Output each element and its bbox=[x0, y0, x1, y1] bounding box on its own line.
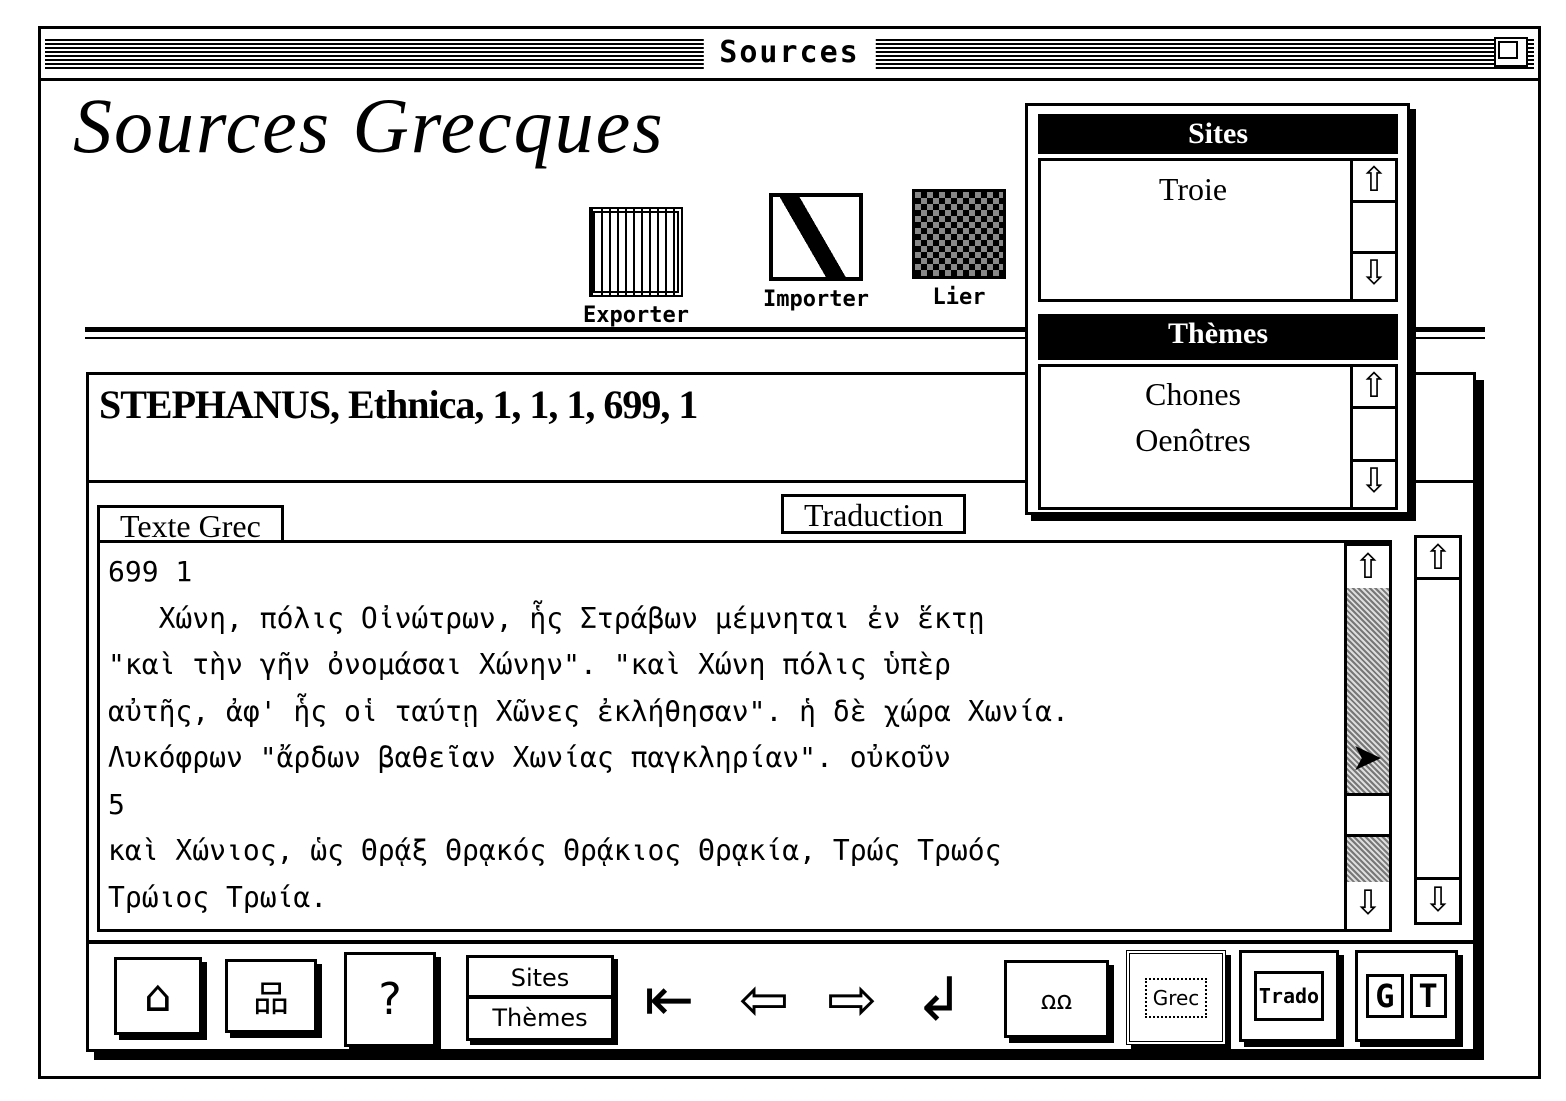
notes-button[interactable]: ꭥꭥ bbox=[1004, 960, 1109, 1038]
first-card-icon[interactable]: ⇤ bbox=[644, 965, 694, 1035]
hierarchy-icon: 品 bbox=[252, 979, 289, 1020]
scroll-track[interactable] bbox=[1353, 203, 1395, 251]
tab-texte-grec[interactable]: Texte Grec bbox=[97, 505, 284, 544]
themes-scrollbar[interactable]: ⇧ ⇩ bbox=[1350, 364, 1398, 510]
grec-label: Grec bbox=[1144, 977, 1208, 1018]
sites-themes-buttons: Sites Thèmes bbox=[466, 955, 614, 1041]
text-line: καὶ Χώνιος, ὡς Θρᾴξ Θρᾳκός Θρᾴκιος Θρᾳκί… bbox=[108, 834, 1002, 867]
cursor-arrow-icon: ➤ bbox=[1351, 735, 1383, 779]
trado-label: Trado bbox=[1253, 971, 1325, 1021]
hierarchy-button[interactable]: 品 bbox=[225, 959, 317, 1033]
text-line: Τρώιος Τρωία. bbox=[108, 880, 328, 914]
sites-themes-palette: Sites Troie ⇧ ⇩ Thèmes Chones Oenôtres ⇧… bbox=[1025, 103, 1410, 515]
scroll-track[interactable] bbox=[1347, 837, 1389, 882]
return-arrow-icon[interactable]: ↲ bbox=[914, 965, 964, 1035]
scroll-track[interactable] bbox=[1417, 580, 1459, 877]
next-arrow-icon[interactable]: ⇨ bbox=[827, 965, 877, 1035]
previous-arrow-icon[interactable]: ⇦ bbox=[739, 965, 789, 1035]
theme-item[interactable]: Chones bbox=[1041, 371, 1395, 417]
text-line: 699 1 bbox=[108, 555, 193, 588]
sites-list[interactable]: Troie ⇧ ⇩ bbox=[1038, 158, 1398, 302]
zoom-box-icon[interactable] bbox=[1494, 37, 1528, 67]
title-bar[interactable]: Sources bbox=[41, 29, 1538, 81]
scroll-thumb[interactable] bbox=[1347, 793, 1389, 837]
link-label: Lier bbox=[932, 285, 986, 310]
themes-list[interactable]: Chones Oenôtres ⇧ ⇩ bbox=[1038, 364, 1398, 510]
divider bbox=[89, 940, 1473, 944]
scroll-up-icon[interactable]: ⇧ bbox=[1353, 367, 1395, 409]
site-item[interactable]: Troie bbox=[1041, 161, 1395, 217]
g-label: G bbox=[1366, 974, 1404, 1018]
scroll-down-icon[interactable]: ⇩ bbox=[1347, 882, 1389, 924]
t-label: T bbox=[1409, 974, 1447, 1018]
export-label: Exporter bbox=[583, 303, 689, 328]
themes-header: Thèmes bbox=[1038, 314, 1398, 360]
home-icon: ⌂ bbox=[144, 970, 172, 1022]
notes-icon: ꭥꭥ bbox=[1040, 986, 1073, 1016]
text-line: Λυκόφρων "ἄρδων βαθεῖαν Χωνίας παγκληρία… bbox=[108, 741, 951, 774]
text-line: αὐτῆς, ἀφ' ἧς οἱ ταύτῃ Χῶνες ἐκλήθησαν".… bbox=[108, 694, 1069, 728]
tab-traduction[interactable]: Traduction bbox=[781, 494, 967, 534]
sites-header: Sites bbox=[1038, 114, 1398, 154]
text-line: 5 bbox=[108, 787, 125, 821]
export-icon bbox=[589, 207, 683, 297]
import-label: Importer bbox=[763, 287, 869, 312]
trado-window-button[interactable]: Trado bbox=[1239, 950, 1339, 1042]
sites-scrollbar[interactable]: ⇧ ⇩ bbox=[1350, 158, 1398, 302]
help-icon: ? bbox=[378, 974, 402, 1025]
scroll-down-icon[interactable]: ⇩ bbox=[1353, 251, 1395, 293]
scroll-up-icon[interactable]: ⇧ bbox=[1347, 546, 1389, 588]
source-reference: STEPHANUS, Ethnica, 1, 1, 1, 699, 1 bbox=[99, 382, 698, 427]
scroll-up-icon[interactable]: ⇧ bbox=[1417, 538, 1459, 580]
help-button[interactable]: ? bbox=[344, 952, 436, 1047]
import-button[interactable]: Importer bbox=[746, 191, 886, 312]
scroll-down-icon[interactable]: ⇩ bbox=[1417, 877, 1459, 919]
greek-text-field[interactable]: 699 1 Χώνη, πόλις Οἰνώτρων, ἧς Στράβων μ… bbox=[97, 540, 1392, 932]
text-line: "καὶ τὴν γῆν ὀνομάσαι Χώνην". "καὶ Χώνη … bbox=[108, 648, 951, 681]
window-title: Sources bbox=[703, 35, 876, 70]
link-button[interactable]: Lier bbox=[909, 189, 1009, 310]
app-title: Sources Grecques bbox=[73, 82, 665, 169]
translation-scrollbar[interactable]: ⇧ ⇩ bbox=[1414, 535, 1462, 925]
scroll-track[interactable] bbox=[1353, 409, 1395, 459]
link-icon bbox=[912, 189, 1006, 279]
export-button[interactable]: Exporter bbox=[571, 207, 701, 328]
text-line: Χώνη, πόλις Οἰνώτρων, ἧς Στράβων μέμνητα… bbox=[108, 601, 985, 635]
themes-button[interactable]: Thèmes bbox=[469, 999, 611, 1037]
home-button[interactable]: ⌂ bbox=[114, 957, 202, 1035]
scroll-up-icon[interactable]: ⇧ bbox=[1353, 161, 1395, 203]
import-icon bbox=[769, 193, 863, 281]
grec-window-button[interactable]: Grec bbox=[1126, 950, 1226, 1045]
sites-button[interactable]: Sites bbox=[469, 958, 611, 999]
theme-item[interactable]: Oenôtres bbox=[1041, 417, 1395, 463]
scroll-down-icon[interactable]: ⇩ bbox=[1353, 459, 1395, 501]
greek-translation-split-button[interactable]: GT bbox=[1355, 950, 1458, 1042]
